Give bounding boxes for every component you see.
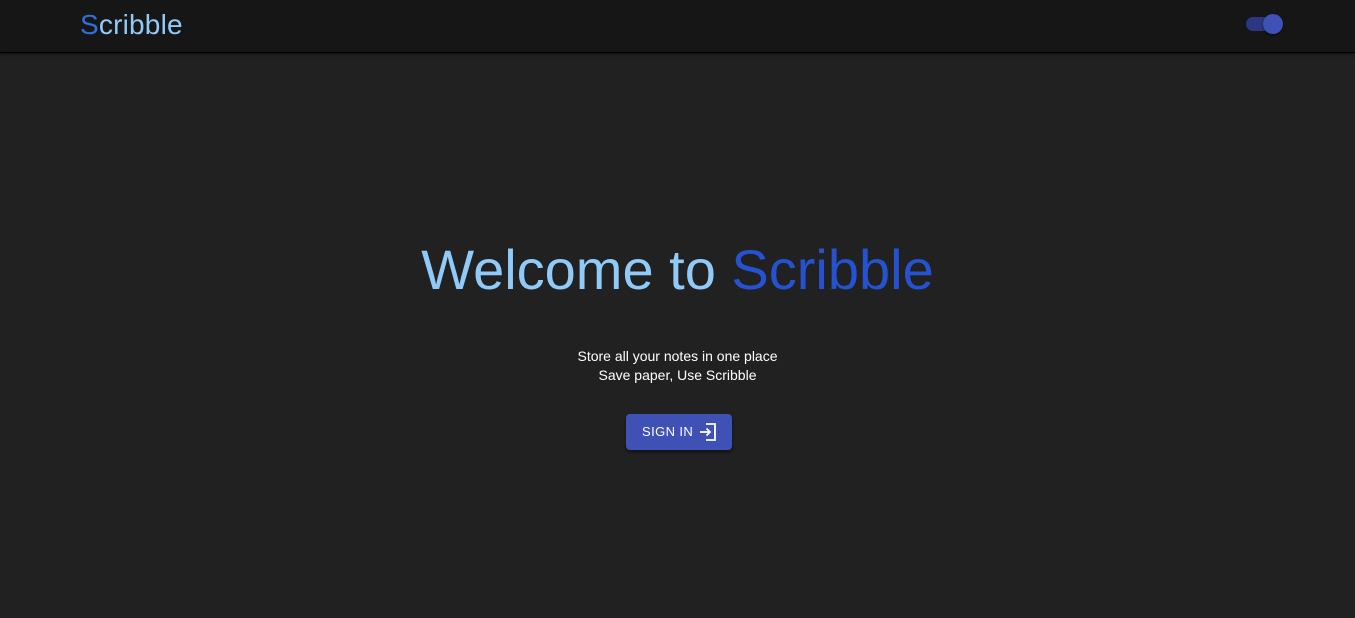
logo-first-letter: S [80,9,99,40]
hero-title-brand: Scribble [731,238,934,301]
tagline-line-2: Save paper, Use Scribble [598,367,757,383]
logo-rest: cribble [98,9,183,40]
login-icon [698,422,718,442]
tagline-line-1: Store all your notes in one place [577,348,778,364]
hero-title-welcome: Welcome to [421,238,732,301]
hero: Welcome to Scribble [0,232,1355,308]
hero-title: Welcome to Scribble [0,232,1355,308]
sign-in-button[interactable]: SIGN IN [626,414,732,450]
tagline: Store all your notes in one place Save p… [0,347,1355,385]
app-bar: Scribble [0,0,1355,53]
theme-toggle[interactable] [1246,14,1284,34]
logo[interactable]: Scribble [80,9,183,41]
sign-in-label: SIGN IN [642,424,694,439]
toggle-thumb [1263,14,1283,34]
